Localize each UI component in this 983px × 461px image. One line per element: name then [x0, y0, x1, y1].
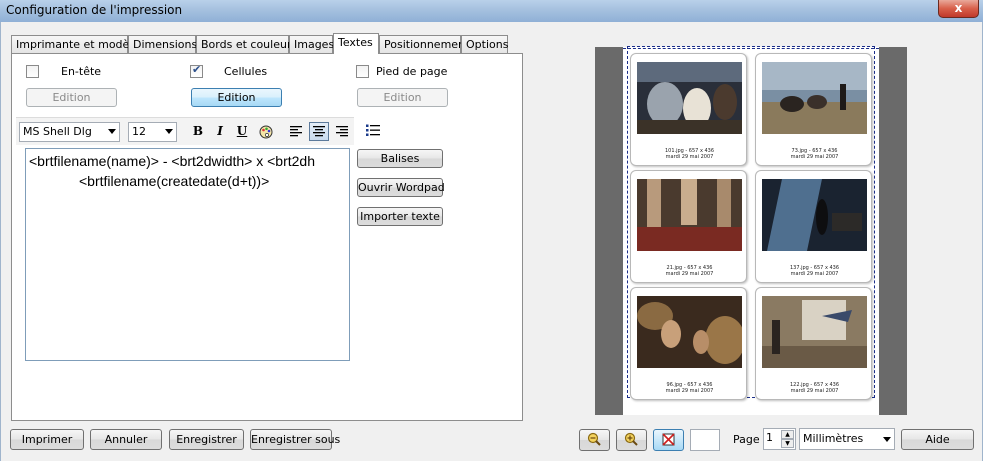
- cell-caption-line2: mardi 29 mai 2007: [665, 271, 714, 277]
- units-value: Millimètres: [803, 432, 864, 445]
- chevron-down-icon: [883, 437, 891, 442]
- cell-caption-line2: mardi 29 mai 2007: [790, 388, 839, 394]
- preview-page: 101.jpg - 657 x 436 mardi 29 mai 2007 73…: [623, 46, 879, 415]
- close-button[interactable]: x: [938, 0, 979, 18]
- open-wordpad-button[interactable]: Ouvrir Wordpad: [357, 178, 445, 197]
- preview-cell: 96.jpg - 657 x 436 mardi 29 mai 2007: [630, 287, 747, 400]
- tab-positioning[interactable]: Positionnement: [379, 35, 469, 53]
- window-title: Configuration de l'impression: [6, 3, 183, 17]
- page-number: 1: [766, 431, 773, 444]
- cancel-button[interactable]: Annuler: [90, 429, 162, 450]
- spin-down-icon[interactable]: ▼: [781, 439, 794, 448]
- font-name-value: MS Shell Dlg: [23, 125, 92, 138]
- format-toolbar: MS Shell Dlg 12 B I U: [16, 117, 354, 145]
- align-left-icon: [290, 126, 302, 137]
- help-button[interactable]: Aide: [901, 429, 974, 450]
- print-button[interactable]: Imprimer: [10, 429, 84, 450]
- align-right-button[interactable]: [332, 122, 352, 141]
- tab-dimensions[interactable]: Dimensions: [128, 35, 197, 53]
- tab-printer-models[interactable]: Imprimante et modèles: [11, 35, 145, 53]
- zoom-in-button[interactable]: [616, 429, 647, 451]
- underline-button[interactable]: U: [232, 122, 252, 141]
- footer-edit-button[interactable]: Edition: [357, 88, 448, 107]
- cell-text-editor[interactable]: <brtfilename(name)> - <brt2dwidth> x <br…: [25, 148, 350, 361]
- bullet-list-button[interactable]: [363, 121, 383, 140]
- photo-thumbnail: [637, 179, 742, 251]
- cell-caption-line2: mardi 29 mai 2007: [665, 154, 714, 160]
- zoom-in-icon: [624, 432, 638, 446]
- color-palette-icon: [259, 125, 273, 139]
- tab-images[interactable]: Images: [289, 35, 334, 53]
- cell-caption-line2: mardi 29 mai 2007: [790, 271, 839, 277]
- cells-label: Cellules: [224, 65, 268, 78]
- print-preview: 101.jpg - 657 x 436 mardi 29 mai 2007 73…: [595, 46, 907, 415]
- preview-cell: 21.jpg - 657 x 436 mardi 29 mai 2007: [630, 170, 747, 283]
- tags-button[interactable]: Balises: [357, 149, 443, 168]
- preview-cell: 101.jpg - 657 x 436 mardi 29 mai 2007: [630, 53, 747, 166]
- import-text-button[interactable]: Importer texte: [357, 207, 443, 226]
- align-left-button[interactable]: [286, 122, 306, 141]
- preview-cell: 122.jpg - 657 x 436 mardi 29 mai 2007: [755, 287, 872, 400]
- chevron-down-icon: [165, 129, 173, 134]
- page-label: Page: [733, 433, 760, 446]
- align-right-icon: [336, 126, 348, 137]
- save-as-button[interactable]: Enregistrer sous: [250, 429, 340, 450]
- title-bar: Configuration de l'impression x: [0, 0, 983, 22]
- text-color-button[interactable]: [256, 122, 276, 141]
- editor-line-1: <brtfilename(name)> - <brt2dwidth> x <br…: [29, 153, 315, 169]
- font-name-select[interactable]: MS Shell Dlg: [19, 122, 120, 142]
- footer-checkbox[interactable]: [356, 65, 369, 78]
- margin-line-top: [623, 48, 879, 49]
- page-spinner[interactable]: 1 ▲ ▼: [763, 428, 796, 450]
- editor-line-2: <brtfilename(createdate(d+t))>: [79, 173, 270, 189]
- bold-button[interactable]: B: [188, 122, 208, 141]
- zoom-value-field[interactable]: [690, 429, 720, 451]
- tab-options[interactable]: Options: [461, 35, 508, 53]
- units-select[interactable]: Millimètres: [799, 428, 895, 450]
- photo-thumbnail: [637, 62, 742, 134]
- tab-texts[interactable]: Textes: [333, 33, 379, 54]
- zoom-out-button[interactable]: [579, 429, 610, 451]
- tab-borders-colors[interactable]: Bords et couleurs: [196, 35, 297, 53]
- align-center-button[interactable]: [309, 122, 329, 141]
- photo-thumbnail: [762, 179, 867, 251]
- font-size-select[interactable]: 12: [128, 122, 177, 142]
- fit-page-icon: [662, 433, 675, 446]
- photo-thumbnail: [637, 296, 742, 368]
- photo-thumbnail: [762, 62, 867, 134]
- save-button[interactable]: Enregistrer: [169, 429, 244, 450]
- align-center-icon: [313, 126, 325, 137]
- header-label: En-tête: [61, 65, 102, 78]
- cell-caption-line2: mardi 29 mai 2007: [665, 388, 714, 394]
- preview-cell: 73.jpg - 657 x 436 mardi 29 mai 2007: [755, 53, 872, 166]
- spin-up-icon[interactable]: ▲: [781, 430, 794, 439]
- header-checkbox[interactable]: [26, 65, 39, 78]
- cells-edit-button[interactable]: Edition: [191, 88, 282, 107]
- font-size-value: 12: [132, 125, 146, 138]
- header-edit-button[interactable]: Edition: [26, 88, 117, 107]
- chevron-down-icon: [108, 129, 116, 134]
- preview-cell: 137.jpg - 657 x 436 mardi 29 mai 2007: [755, 170, 872, 283]
- cells-checkbox[interactable]: [190, 63, 203, 78]
- bullet-list-icon: [366, 124, 380, 136]
- dialog-client: Imprimante et modèles Dimensions Bords e…: [0, 22, 983, 461]
- italic-button[interactable]: I: [210, 122, 230, 141]
- zoom-out-icon: [587, 432, 601, 446]
- cell-caption-line2: mardi 29 mai 2007: [790, 154, 839, 160]
- photo-thumbnail: [762, 296, 867, 368]
- fit-page-button[interactable]: [653, 429, 684, 451]
- footer-label: Pied de page: [376, 65, 448, 78]
